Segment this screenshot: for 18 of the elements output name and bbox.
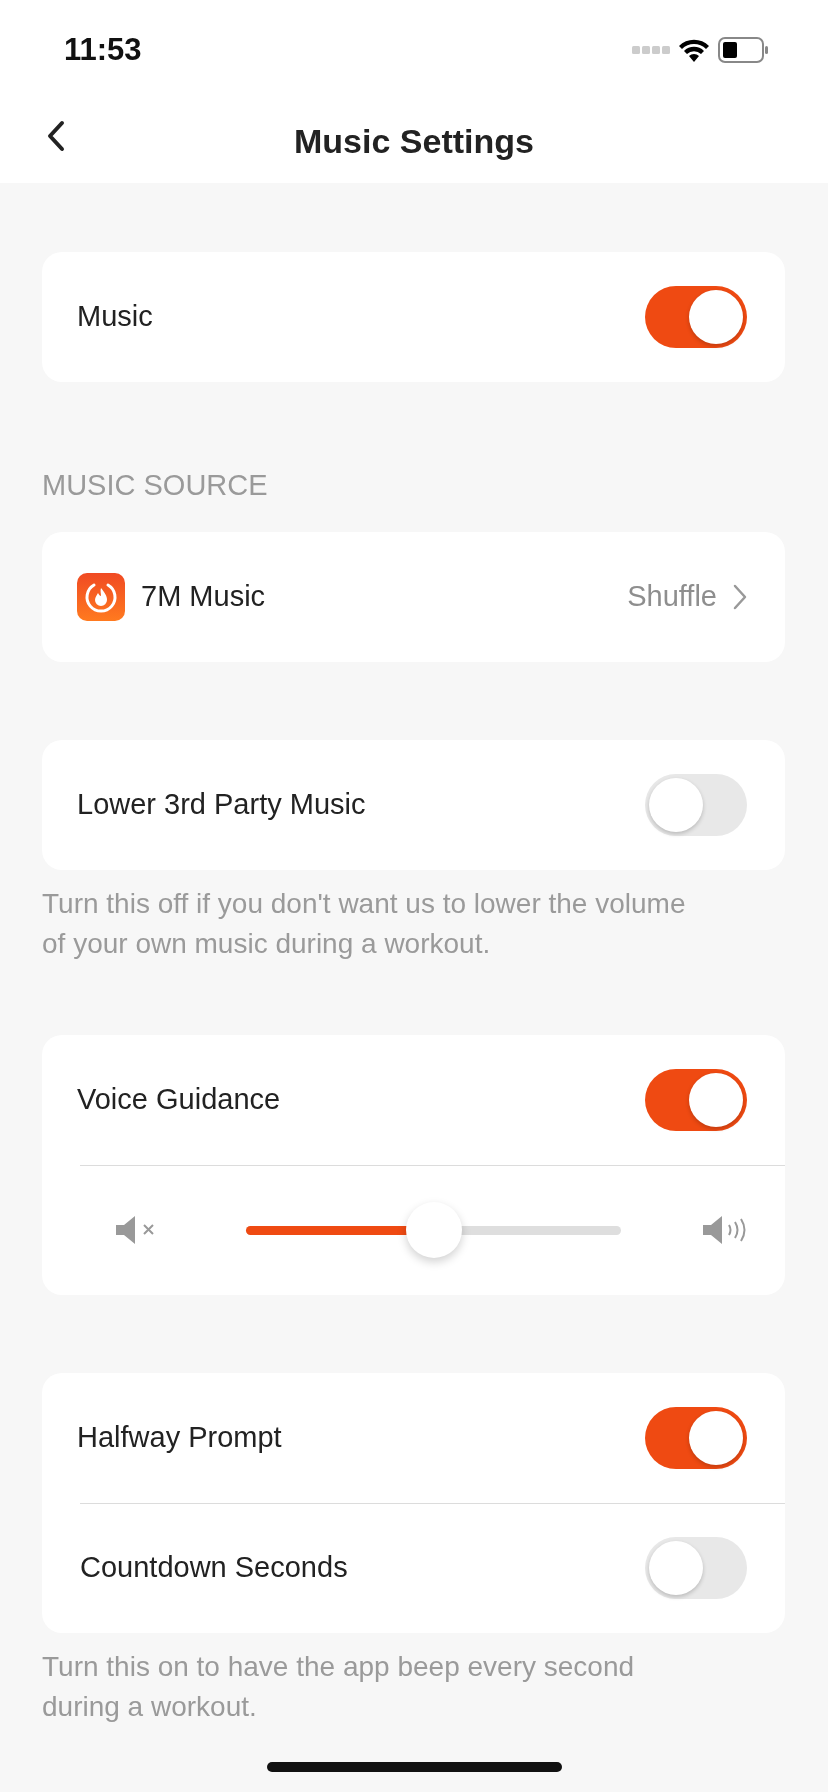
helper-text: Turn this on to have the app beep every second during a workout.	[42, 1649, 636, 1725]
page-title: Music Settings	[294, 121, 534, 162]
chevron-icon	[733, 583, 747, 610]
setting-label: Music	[77, 299, 153, 335]
section-heading: MUSIC SOURCE	[42, 468, 269, 503]
setting-label: Voice Guidance	[77, 1081, 281, 1117]
status-time: 11:53	[64, 30, 142, 69]
signal-icon	[632, 45, 670, 55]
battery-icon	[718, 37, 768, 63]
helper-text: Turn this off if you don't want us to lower the volume of your own music during a workout.	[42, 886, 687, 962]
setting-label: Countdown Seconds	[80, 1550, 348, 1586]
setting-label: Halfway Prompt	[77, 1419, 282, 1455]
source-name: 7M Music	[141, 578, 266, 614]
music-source-row[interactable]: 7M Music Shuffle	[42, 531, 785, 662]
source-mode: Shuffle	[627, 578, 717, 614]
setting-label: Lower 3rd Party Music	[77, 786, 366, 822]
app-icon	[77, 572, 125, 621]
wifi-icon	[678, 38, 710, 62]
